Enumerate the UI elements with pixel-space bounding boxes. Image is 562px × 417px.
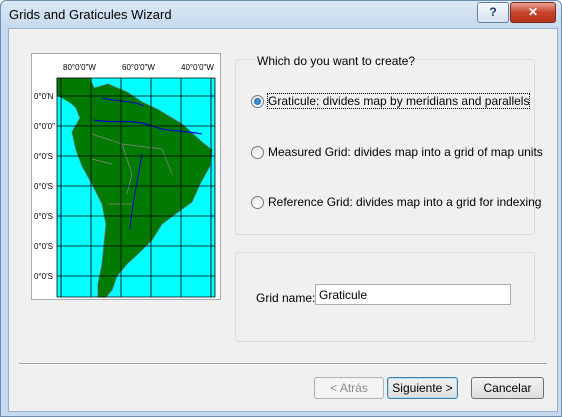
reference-grid-radio[interactable] [251, 195, 264, 209]
left-label-4: 0°0'S [34, 182, 53, 191]
measured-grid-radio[interactable] [251, 145, 264, 159]
reference-grid-option[interactable]: Reference Grid: divides map into a grid … [251, 195, 541, 209]
map-preview: 80°0'0"W 60°0'0"W 40°0'0"W 0°0'N 0°0'0" … [31, 53, 221, 300]
create-type-question: Which do you want to create? [255, 54, 418, 68]
reference-grid-option-label[interactable]: Reference Grid: divides map into a grid … [268, 195, 541, 209]
window-title: Grids and Graticules Wizard [9, 7, 172, 22]
measured-grid-option[interactable]: Measured Grid: divides map into a grid o… [251, 145, 543, 159]
caribbean-island [74, 80, 90, 84]
measured-grid-option-label[interactable]: Measured Grid: divides map into a grid o… [268, 145, 543, 159]
dialog-body: 80°0'0"W 60°0'0"W 40°0'0"W 0°0'N 0°0'0" … [8, 28, 558, 412]
left-label-2: 0°0'0" [34, 122, 55, 131]
title-bar[interactable]: Grids and Graticules Wizard ? ✕ [1, 1, 561, 29]
button-separator [19, 363, 547, 365]
wizard-window: Grids and Graticules Wizard ? ✕ 80°0'0"W… [0, 0, 562, 417]
back-button[interactable]: < Atrás [314, 377, 384, 399]
left-label-3: 0°0'S [34, 152, 53, 161]
grid-name-label: Grid name: [256, 291, 316, 305]
left-label-6: 0°0'S [34, 242, 53, 251]
left-label-1: 0°0'N [34, 92, 54, 101]
graticule-map: 80°0'0"W 60°0'0"W 40°0'0"W 0°0'N 0°0'0" … [34, 63, 216, 298]
top-label-60w: 60°0'0"W [122, 63, 155, 72]
help-button[interactable]: ? [477, 2, 509, 23]
left-label-7: 0°0'S [34, 272, 53, 281]
close-button[interactable]: ✕ [510, 2, 556, 23]
graticule-option[interactable]: Graticule: divides map by meridians and … [251, 93, 531, 109]
top-label-40w: 40°0'0"W [181, 63, 214, 72]
next-button[interactable]: Siguiente > [387, 377, 458, 399]
graticule-radio[interactable] [251, 94, 264, 108]
top-label-80w: 80°0'0"W [63, 63, 96, 72]
cancel-button[interactable]: Cancelar [471, 377, 544, 399]
left-label-5: 0°0'S [34, 212, 53, 221]
graticule-option-label[interactable]: Graticule: divides map by meridians and … [266, 93, 531, 109]
grid-name-input[interactable] [315, 284, 511, 305]
